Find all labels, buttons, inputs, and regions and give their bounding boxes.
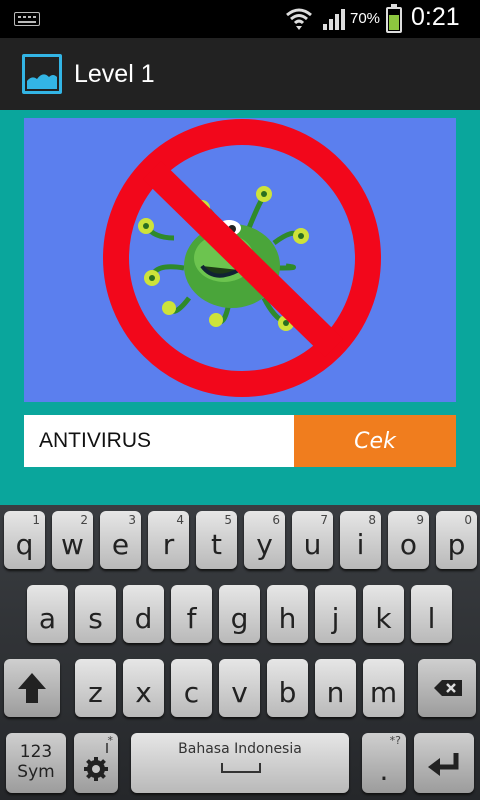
keyboard-icon <box>14 12 40 26</box>
key-g[interactable]: g <box>219 585 260 643</box>
key-f[interactable]: f <box>171 585 212 643</box>
key-s[interactable]: s <box>75 585 116 643</box>
clock: 0:21 <box>411 3 460 31</box>
soft-keyboard: 1q 2w 3e 4r 5t 6y 7u 8i 9o 0p a s d f g … <box>0 505 480 800</box>
key-l[interactable]: l <box>411 585 452 643</box>
signal-icon <box>323 9 345 30</box>
wifi-icon <box>286 8 312 30</box>
key-k[interactable]: k <box>363 585 404 643</box>
key-u[interactable]: 7u <box>292 511 333 569</box>
key-p[interactable]: 0p <box>436 511 477 569</box>
key-c[interactable]: c <box>171 659 212 717</box>
key-b[interactable]: b <box>267 659 308 717</box>
key-r[interactable]: 4r <box>148 511 189 569</box>
key-i[interactable]: 8i <box>340 511 381 569</box>
image-icon[interactable] <box>22 54 62 94</box>
game-area: Cek <box>0 110 480 505</box>
battery-percent: 70% <box>350 10 381 27</box>
key-j[interactable]: j <box>315 585 356 643</box>
backspace-key[interactable] <box>418 659 476 717</box>
key-w[interactable]: 2w <box>52 511 93 569</box>
key-n[interactable]: n <box>315 659 356 717</box>
key-a[interactable]: a <box>27 585 68 643</box>
key-z[interactable]: z <box>75 659 116 717</box>
answer-input[interactable] <box>24 415 294 467</box>
space-icon <box>221 763 261 773</box>
spacebar[interactable]: Bahasa Indonesia <box>131 733 349 793</box>
enter-key[interactable] <box>414 733 474 793</box>
shift-key[interactable] <box>4 659 60 717</box>
key-e[interactable]: 3e <box>100 511 141 569</box>
key-h[interactable]: h <box>267 585 308 643</box>
backspace-icon <box>434 680 462 696</box>
period-key[interactable]: *? . <box>362 733 406 793</box>
action-bar: Level 1 <box>0 38 480 110</box>
key-x[interactable]: x <box>123 659 164 717</box>
key-q[interactable]: 1q <box>4 511 45 569</box>
key-v[interactable]: v <box>219 659 260 717</box>
key-o[interactable]: 9o <box>388 511 429 569</box>
page-title: Level 1 <box>74 60 155 88</box>
key-y[interactable]: 6y <box>244 511 285 569</box>
key-t[interactable]: 5t <box>196 511 237 569</box>
key-m[interactable]: m <box>363 659 404 717</box>
no-virus-sign <box>103 119 381 397</box>
battery-icon <box>386 4 402 33</box>
shift-icon <box>18 673 46 703</box>
puzzle-image <box>24 118 456 402</box>
check-button[interactable]: Cek <box>294 415 456 467</box>
settings-key[interactable]: * <box>74 733 118 793</box>
symbols-key[interactable]: 123 Sym <box>6 733 66 793</box>
status-bar: 70% 0:21 <box>0 0 480 38</box>
key-d[interactable]: d <box>123 585 164 643</box>
enter-icon <box>428 753 459 776</box>
